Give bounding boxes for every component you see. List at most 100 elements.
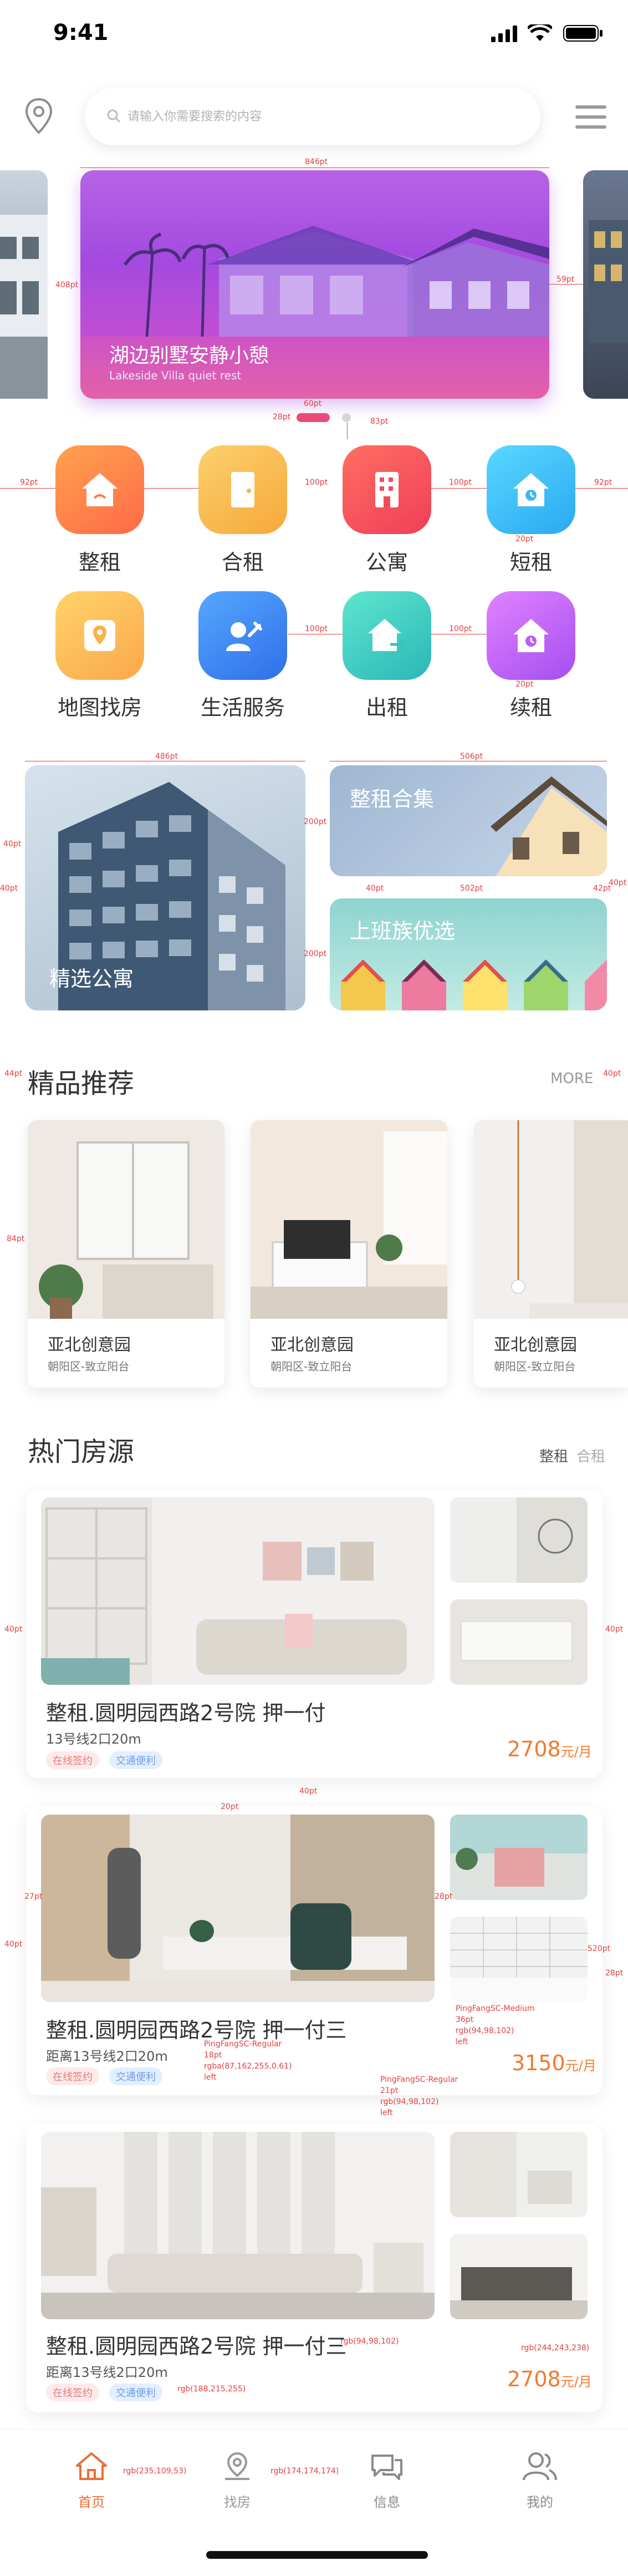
hot-listing-card[interactable]: 整租.圆明园西路2号院 押一付三 距离13号线2口20m 在线签约 交通便利 2… [26, 2124, 603, 2412]
annotation-line [431, 488, 487, 489]
recommend-section-title: 精品推荐 [28, 1068, 135, 1099]
wrench-user-icon [226, 622, 262, 651]
annotation-hot-inner-right: 28pt [435, 1892, 453, 1901]
carousel-dot[interactable] [342, 413, 351, 422]
category-duanzu-button[interactable] [487, 445, 575, 534]
annotation-cat-gap: 100pt [305, 478, 328, 487]
feature-title: 整租合集 [350, 787, 435, 811]
banner-next-slide[interactable] [583, 170, 628, 399]
annotation-sec-left: 44pt [4, 1069, 23, 1078]
hot-listing-card[interactable]: 整租.圆明园西路2号院 押一付三 距离13号线2口20m 在线签约 交通便利 3… [26, 1807, 603, 2095]
status-time: 9:41 [53, 20, 109, 45]
hot-listing-tag: 在线签约 [46, 2384, 99, 2401]
annotation-spec-line: PingFangSC-Medium [456, 2004, 535, 2013]
search-input[interactable]: 请输入你需要搜索的内容 [127, 106, 262, 124]
annotation-dot-bottom: 83pt [370, 417, 389, 426]
category-map-button[interactable] [55, 591, 144, 680]
category-label: 续租 [509, 695, 552, 720]
tab-home[interactable]: 首页 [58, 2445, 125, 2517]
recommend-card[interactable]: 亚北创意园 朝阳区-致立阳台 [251, 1120, 447, 1388]
annotation-spec-color: rgb(244,243,238) [521, 2344, 590, 2353]
hot-listing-tag: 交通便利 [109, 2067, 162, 2085]
category-chuzu-button[interactable] [343, 591, 431, 680]
feature-title: 上班族优选 [350, 919, 456, 943]
hot-tab-zhengzu[interactable]: 整租 [539, 1445, 568, 1466]
hot-tab-hezu[interactable]: 合租 [576, 1445, 605, 1466]
hot-listing-thumb-image [450, 1497, 588, 1583]
annotation-feat-right-w: 506pt [460, 752, 483, 761]
hot-listing-thumb-image [450, 1599, 588, 1685]
annotation-cat-gap: 100pt [449, 478, 472, 487]
category-xuzu-button[interactable] [487, 591, 575, 680]
annotation-cat-gap: 100pt [449, 624, 472, 633]
tab-messages[interactable]: 信息 [354, 2445, 420, 2517]
banner-prev-slide[interactable] [0, 170, 48, 399]
recommend-card-image [251, 1120, 447, 1319]
annotation-spec-font: PingFangSC-Regular 21pt rgb(94,98,102) l… [380, 2074, 458, 2118]
hot-listing-price: 2708元/月 [507, 2367, 592, 2391]
tab-label: 我的 [527, 2494, 553, 2510]
location-pin-icon[interactable] [22, 97, 55, 136]
hot-listing-tag: 在线签约 [46, 2067, 99, 2085]
annotation-feat-vgap: 40pt [366, 884, 384, 893]
annotation-line [144, 488, 198, 489]
tab-mine[interactable]: 我的 [507, 2445, 573, 2517]
recommend-card-address: 朝阳区-致立阳台 [270, 1360, 353, 1373]
home-indicator [206, 2551, 428, 2559]
annotation-hot-left: 40pt [4, 1625, 23, 1634]
annotation-banner-gap: 59pt [556, 275, 575, 284]
feature-card-whole-rent[interactable]: 整租合集 [330, 765, 607, 876]
house-clock-icon [513, 473, 549, 506]
category-label: 生活服务 [200, 695, 285, 720]
carousel-dot-active[interactable] [297, 413, 330, 422]
building-icon [375, 472, 399, 507]
annotation-tab-color: rgb(235,109,53) [123, 2467, 187, 2476]
location-icon [225, 2452, 249, 2480]
annotation-hot-right2: 28pt [605, 1969, 624, 1978]
hot-listing-title: 整租.圆明园西路2号院 押一付 [46, 1701, 326, 1725]
annotation-cat-left: 92pt [20, 478, 38, 487]
category-label: 整租 [78, 550, 121, 575]
hot-listing-thumb-image [450, 2132, 588, 2217]
feature-card-apartment[interactable]: 精选公寓 [25, 765, 305, 1010]
hot-listing-title: 整租.圆明园西路2号院 押一付三 [46, 2018, 347, 2042]
category-hezu-button[interactable] [198, 445, 287, 534]
category-label: 公寓 [365, 550, 408, 575]
annotation-spec-line: left [204, 2073, 217, 2082]
hot-listing-price: 2708元/月 [507, 1737, 592, 1761]
hot-section-title: 热门房源 [28, 1436, 135, 1467]
category-gongyu-button[interactable] [343, 445, 431, 534]
hot-listing-card[interactable]: 整租.圆明园西路2号院 押一付 13号线2口20m 在线签约 交通便利 2708… [26, 1490, 603, 1778]
category-service-button[interactable] [198, 591, 287, 680]
annotation-spec-line: PingFangSC-Regular [380, 2075, 458, 2084]
category-zhengzu-button[interactable] [55, 445, 144, 534]
price-unit: 元/月 [565, 2058, 596, 2074]
hot-listing-metro: 距离13号线2口20m [46, 2049, 168, 2064]
annotation-cat-right: 92pt [594, 478, 612, 487]
recommend-card-address: 朝阳区-致立阳台 [494, 1360, 576, 1373]
annotation-line [80, 167, 549, 168]
banner-title: 湖边别墅安静小憩 [109, 344, 269, 367]
hot-listing-thumb-image [450, 2234, 588, 2319]
annotation-spec-color: rgb(94,98,102) [340, 2337, 399, 2346]
user-icon [523, 2452, 557, 2480]
chat-icon [371, 2454, 402, 2480]
annotation-line [575, 488, 628, 489]
tab-find[interactable]: 找房 [204, 2445, 270, 2517]
annotation-feat-edge: 40pt [0, 884, 18, 893]
hot-listing-thumb-image [450, 1917, 588, 2002]
wifi-icon [527, 22, 553, 42]
annotation-feat-left-w: 486pt [155, 752, 178, 761]
house-timer-icon [513, 619, 549, 652]
recommend-card[interactable]: 亚北创意园 朝阳区-致立阳台 [28, 1120, 224, 1388]
tab-label: 找房 [224, 2494, 251, 2510]
recommend-card-image [28, 1120, 224, 1319]
annotation-feat-edge: 40pt [609, 878, 627, 887]
menu-icon[interactable] [573, 103, 609, 131]
feature-card-office-worker[interactable]: 上班族优选 [330, 898, 607, 1010]
tab-label: 信息 [374, 2494, 400, 2510]
recommend-card[interactable]: 亚北创意园 朝阳区-致立阳台 [474, 1120, 628, 1388]
annotation-spec-line: 21pt [380, 2086, 399, 2095]
recommend-card-name: 亚北创意园 [48, 1335, 131, 1355]
recommend-more-link[interactable]: MORE [550, 1070, 593, 1087]
